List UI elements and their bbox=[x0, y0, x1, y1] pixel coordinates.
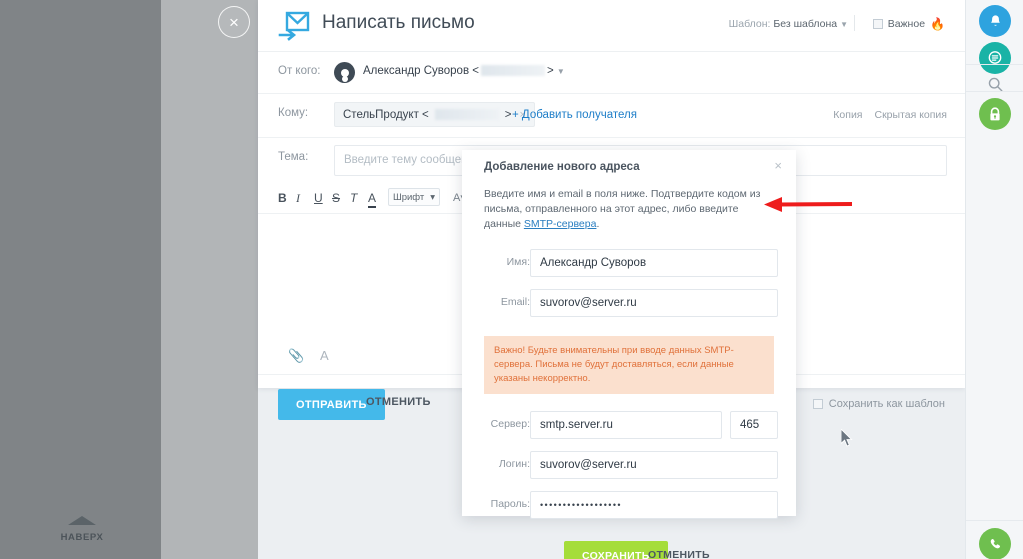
template-selector[interactable]: Шаблон: Без шаблона ▼ bbox=[729, 18, 848, 30]
search-icon bbox=[988, 77, 1003, 92]
cancel-button[interactable]: ОТМЕНИТЬ bbox=[366, 396, 431, 408]
to-label: Кому: bbox=[278, 107, 309, 119]
search-button[interactable] bbox=[979, 68, 1011, 100]
chevron-down-icon: ▼ bbox=[840, 20, 848, 29]
recipient-bracket: > bbox=[504, 108, 512, 121]
lock-icon bbox=[990, 106, 1000, 120]
chevron-down-icon: ▾ bbox=[430, 191, 436, 203]
name-field-row: Имя: Александр Суворов bbox=[462, 249, 796, 277]
modal-description: Введите имя и email в поля ниже. Подтвер… bbox=[484, 187, 774, 232]
compose-header: Написать письмо Шаблон: Без шаблона ▼ Ва… bbox=[258, 0, 965, 52]
email-field-row: Email: suvorov@server.ru bbox=[462, 289, 796, 317]
important-label: Важное bbox=[887, 18, 926, 30]
screen-root: Проверка Не обработан Общие Товары О ЛИД… bbox=[0, 0, 1023, 559]
strikethrough-button[interactable]: S bbox=[332, 191, 340, 205]
name-label: Имя: bbox=[506, 256, 530, 268]
avatar bbox=[334, 62, 355, 83]
annotation-arrow bbox=[764, 197, 853, 212]
description-period: . bbox=[596, 218, 600, 230]
font-family-value: Шрифт bbox=[393, 191, 425, 203]
bold-button[interactable]: B bbox=[278, 191, 287, 205]
copy-links: Копия Скрытая копия bbox=[833, 109, 947, 121]
template-value: Без шаблона bbox=[773, 18, 838, 30]
smtp-warning-banner: Важно! Будьте внимательны при вводе данн… bbox=[484, 336, 774, 394]
close-icon[interactable]: × bbox=[774, 158, 782, 173]
security-button[interactable] bbox=[979, 98, 1011, 130]
cc-link[interactable]: Копия bbox=[833, 109, 862, 121]
crm-detail-pane: Проверка Не обработан Общие Товары О ЛИД… bbox=[161, 0, 258, 559]
to-row: Кому: СтельПродукт < > × + Добавить полу… bbox=[258, 94, 965, 138]
modal-title: Добавление нового адреса bbox=[484, 161, 640, 173]
subject-label: Тема: bbox=[278, 151, 309, 163]
password-field-row: Пароль: •••••••••••••••••• bbox=[462, 491, 796, 519]
recipient-email-redacted bbox=[434, 109, 499, 120]
login-label: Логин: bbox=[498, 458, 530, 470]
server-label: Сервер: bbox=[490, 418, 530, 430]
recipient-name: СтельПродукт < bbox=[343, 108, 429, 121]
add-recipient-button[interactable]: + Добавить получателя bbox=[512, 109, 637, 121]
email-input[interactable]: suvorov@server.ru bbox=[530, 289, 778, 317]
text-color-button[interactable]: A bbox=[368, 191, 377, 208]
server-field-row: Сервер: smtp.server.ru 465 bbox=[462, 411, 796, 439]
signature-icon[interactable]: A bbox=[320, 348, 329, 363]
login-field-row: Логин: suvorov@server.ru bbox=[462, 451, 796, 479]
flame-icon: 🔥 bbox=[930, 17, 945, 31]
recipient-chip[interactable]: СтельПродукт < > × bbox=[334, 102, 535, 127]
checkbox-icon bbox=[812, 399, 823, 409]
crm-left-pane bbox=[0, 0, 161, 559]
from-value[interactable]: Александр Суворов < > ▼ bbox=[363, 65, 565, 77]
close-slider-button[interactable]: × bbox=[218, 6, 250, 38]
chevron-down-icon: ▼ bbox=[556, 67, 565, 76]
from-email-redacted bbox=[481, 65, 545, 76]
save-as-template-label: Сохранить как шаблон bbox=[828, 398, 945, 410]
from-name-text: Александр Суворов bbox=[363, 65, 470, 77]
attachment-icon[interactable]: 📎 bbox=[288, 348, 304, 364]
from-row: От кого: Александр Суворов < > ▼ bbox=[258, 52, 965, 94]
smtp-server-link[interactable]: SMTP-сервера bbox=[524, 218, 597, 230]
divider bbox=[854, 15, 855, 31]
from-label: От кого: bbox=[278, 65, 321, 77]
right-sidebar bbox=[965, 0, 1023, 559]
bell-icon bbox=[990, 14, 1000, 26]
bcc-link[interactable]: Скрытая копия bbox=[875, 109, 948, 121]
background-crm-page: Проверка Не обработан Общие Товары О ЛИД… bbox=[0, 0, 258, 559]
modal-header: Добавление нового адреса × bbox=[462, 150, 796, 184]
call-button[interactable] bbox=[979, 528, 1011, 559]
close-icon: × bbox=[229, 12, 239, 32]
name-input[interactable]: Александр Суворов bbox=[530, 249, 778, 277]
chevron-up-icon bbox=[68, 516, 96, 525]
italic-button[interactable]: I bbox=[296, 191, 300, 206]
clear-format-button[interactable]: T bbox=[350, 191, 357, 205]
password-label: Пароль: bbox=[490, 498, 530, 510]
notifications-button[interactable] bbox=[979, 5, 1011, 37]
mouse-cursor bbox=[841, 429, 853, 447]
mail-icon bbox=[278, 11, 310, 41]
important-checkbox[interactable]: Важное 🔥 bbox=[872, 17, 945, 31]
server-input[interactable]: smtp.server.ru bbox=[530, 411, 722, 439]
email-label: Email: bbox=[500, 296, 530, 308]
cancel-button[interactable]: ОТМЕНИТЬ bbox=[648, 549, 710, 559]
scroll-to-top-button[interactable]: НАВЕРХ bbox=[47, 516, 117, 543]
template-label: Шаблон: bbox=[728, 18, 771, 30]
checkbox-icon bbox=[872, 19, 883, 29]
login-input[interactable]: suvorov@server.ru bbox=[530, 451, 778, 479]
password-input[interactable]: •••••••••••••••••• bbox=[530, 491, 778, 519]
modal-actions: СОХРАНИТЬ ОТМЕНИТЬ bbox=[462, 541, 796, 559]
port-input[interactable]: 465 bbox=[730, 411, 778, 439]
font-family-select[interactable]: Шрифт ▾ bbox=[388, 188, 441, 206]
underline-button[interactable]: U bbox=[314, 191, 323, 205]
phone-icon bbox=[990, 538, 1000, 548]
compose-title: Написать письмо bbox=[322, 12, 475, 33]
save-as-template-checkbox[interactable]: Сохранить как шаблон bbox=[812, 398, 945, 410]
scroll-to-top-label: НАВЕРХ bbox=[60, 532, 104, 543]
add-address-modal: Добавление нового адреса × Введите имя и… bbox=[462, 150, 796, 559]
